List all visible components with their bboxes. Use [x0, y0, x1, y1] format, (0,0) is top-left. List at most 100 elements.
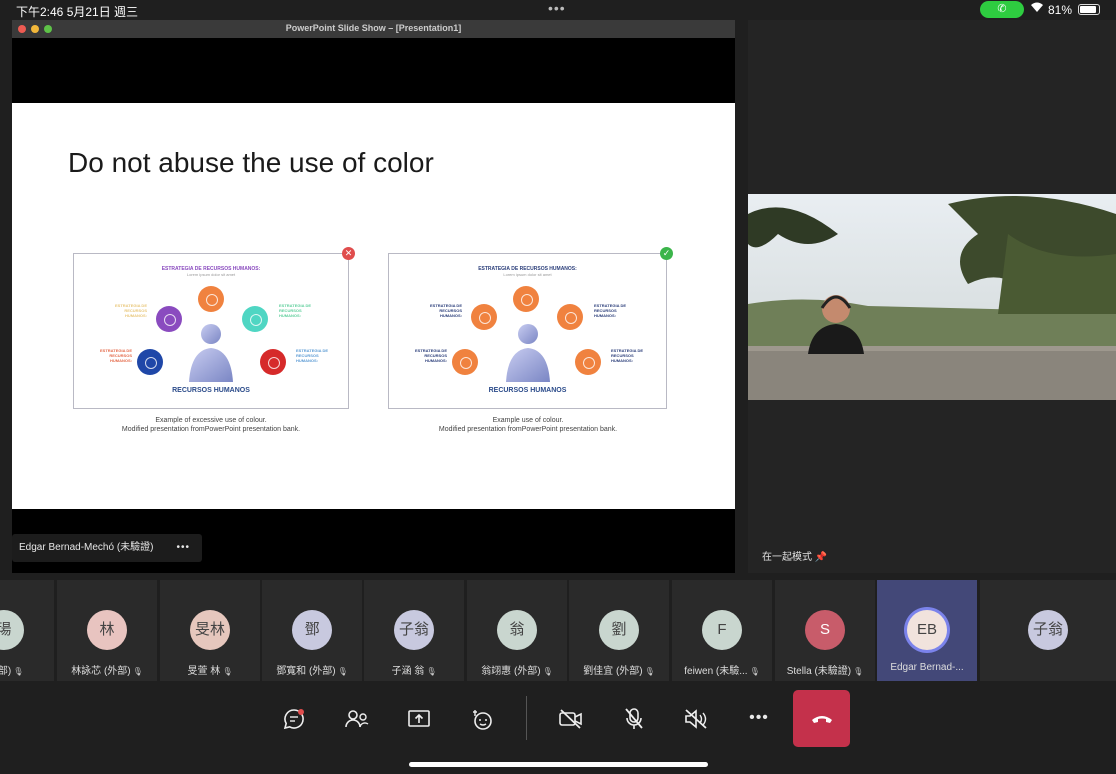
node-purple [156, 306, 182, 332]
participant-tile[interactable]: 鄧 鄧寬和 (外部) 🎙 [262, 580, 362, 681]
participant-name-text: feiwen (未驗... [684, 666, 748, 677]
participant-avatar: 林 [87, 610, 127, 650]
reactions-button[interactable] [462, 698, 502, 738]
caption-line: Modified presentation fromPowerPoint pre… [121, 425, 301, 433]
mic-off-icon: 🎙 [749, 667, 760, 676]
mic-off-icon [625, 708, 643, 730]
participant-avatar: 鄧 [292, 610, 332, 650]
home-indicator[interactable] [409, 762, 708, 767]
example-good-color: ESTRATEGIA DE RECURSOS HUMANOS: Lorem ip… [388, 253, 667, 409]
participant-name-text: Edgar Bernad-... [890, 662, 964, 673]
participant-name-text: Stella (未驗證) [786, 666, 852, 677]
participant-tile[interactable]: 劉 劉佳宜 (外部) 🎙 [569, 580, 669, 681]
node-label: ESTRATEGIA DE RECURSOS HUMANOS: [296, 348, 329, 363]
toolbar-divider [526, 696, 527, 740]
node-orange [471, 304, 497, 330]
participant-name: 林詠芯 (外部) 🎙 [57, 662, 157, 677]
slide: Do not abuse the use of color ESTRATEGIA… [12, 103, 735, 509]
participant-avatar: F [702, 610, 742, 650]
camera-toggle-button[interactable] [551, 698, 591, 738]
node-orange [198, 286, 224, 312]
correct-badge-icon: ✓ [660, 247, 673, 260]
battery-percent: 81% [1048, 3, 1073, 17]
leave-call-button[interactable] [793, 690, 850, 747]
node-label: ESTRATEGIA DE RECURSOS HUMANOS: [429, 303, 462, 318]
node-label: ESTRATEGIA DE RECURSOS HUMANOS: [279, 303, 312, 318]
participant-name-text: 子涵 翁 [391, 666, 425, 677]
participant-name-text: 鄧寬和 (外部) [276, 666, 336, 677]
people-icon [345, 710, 369, 728]
example-caption: Example use of colour. Modified presenta… [378, 417, 678, 435]
participant-tile-active-speaker[interactable]: EB Edgar Bernad-... [877, 580, 977, 681]
node-orange [557, 304, 583, 330]
mic-off-icon: 🎙 [426, 667, 437, 676]
mic-toggle-button[interactable] [614, 698, 654, 738]
participant-name: 子涵 翁 🎙 [364, 662, 464, 677]
participant-name: Edgar Bernad-... [877, 662, 977, 673]
mic-off-icon: 🎙 [644, 667, 655, 676]
mic-off-icon: 🎙 [132, 667, 143, 676]
participant-avatar: S [805, 610, 845, 650]
window-titlebar: PowerPoint Slide Show – [Presentation1] [12, 20, 735, 38]
participant-tile[interactable]: S Stella (未驗證) 🎙 [775, 580, 875, 681]
person-illustration [505, 324, 550, 382]
share-content-button[interactable] [399, 698, 439, 738]
participant-avatar: EB [907, 610, 947, 650]
chat-button[interactable] [274, 698, 314, 738]
chat-icon [283, 709, 304, 730]
active-call-icon[interactable]: ✆ [980, 1, 1024, 18]
participant-name: Stella (未驗證) 🎙 [775, 662, 875, 677]
person-illustration [189, 324, 233, 382]
node-teal [242, 306, 268, 332]
example-excessive-color: ESTRATEGIA DE RECURSOS HUMANOS: Lorem ip… [73, 253, 349, 409]
participant-name: 鄧寬和 (外部) 🎙 [262, 662, 362, 677]
more-options-icon[interactable]: ••• [176, 534, 190, 562]
caption-line: Modified presentation fromPowerPoint pre… [438, 425, 618, 433]
node-orange [513, 286, 539, 312]
participants-strip[interactable]: 瑒 (外部)🎙 林 林詠芯 (外部)🎙 旻林 旻萱 林🎙 鄧 鄧寬和 (外部)🎙… [0, 580, 1116, 682]
speaker-toggle-button[interactable] [676, 698, 716, 738]
participant-tile[interactable]: 林 林詠芯 (外部) 🎙 [57, 580, 157, 681]
example-center-label: RECURSOS HUMANOS [488, 387, 567, 394]
status-time: 下午2:46 5月21日 週三 [16, 5, 139, 19]
participant-tile[interactable]: 旻林 旻萱 林 🎙 [160, 580, 260, 681]
speaker-off-icon [685, 709, 707, 729]
participant-name-text: 翁翊惠 (外部) [481, 666, 541, 677]
example-subheader: Lorem ipsum dolor sit amet [186, 272, 236, 277]
participant-avatar: 旻林 [190, 610, 230, 650]
node-label: ESTRATEGIA DE RECURSOS HUMANOS: [414, 348, 447, 363]
participant-name: feiwen (未驗... 🎙 [672, 662, 772, 677]
multitask-dots-icon[interactable]: ••• [548, 0, 566, 16]
node-orange [575, 349, 601, 375]
node-red [260, 349, 286, 375]
example-subheader: Lorem ipsum dolor sit amet [503, 272, 552, 277]
mic-off-icon: 🎙 [222, 667, 233, 676]
meeting-controls: ••• [0, 682, 1116, 774]
mic-off-icon: 🎙 [13, 667, 24, 676]
presenter-name-tag[interactable]: Edgar Bernad-Mechó (未驗證) ••• [12, 534, 202, 562]
node-label: ESTRATEGIA DE RECURSOS HUMANOS: [114, 303, 147, 318]
shared-presentation: PowerPoint Slide Show – [Presentation1] … [12, 20, 735, 573]
more-actions-button[interactable]: ••• [739, 698, 779, 738]
participant-tile[interactable]: 子翁 子涵 翁 🎙 [364, 580, 464, 681]
participant-name-text: (外部) [0, 666, 12, 677]
video-off-icon [559, 709, 582, 729]
incorrect-badge-icon: ✕ [342, 247, 355, 260]
participant-tile[interactable]: 翁 翁翊惠 (外部) 🎙 [467, 580, 567, 681]
participant-tile[interactable]: 子翁 [980, 580, 1116, 681]
participant-avatar: 子翁 [394, 610, 434, 650]
together-mode-video [748, 194, 1116, 400]
share-icon [408, 710, 430, 728]
participant-name-text: 旻萱 林 [187, 666, 221, 677]
mic-off-icon: 🎙 [542, 667, 553, 676]
slide-heading: Do not abuse the use of color [68, 147, 434, 178]
participant-name: 翁翊惠 (外部) 🎙 [467, 662, 567, 677]
participant-tile[interactable]: F feiwen (未驗... 🎙 [672, 580, 772, 681]
participant-name-text: 劉佳宜 (外部) [583, 666, 643, 677]
node-label: ESTRATEGIA DE RECURSOS HUMANOS: [99, 348, 132, 363]
participant-tile[interactable]: 瑒 (外部)🎙 [0, 580, 54, 681]
node-orange [452, 349, 478, 375]
example-caption: Example of excessive use of colour. Modi… [61, 417, 361, 435]
participants-button[interactable] [337, 698, 377, 738]
participant-avatar: 劉 [599, 610, 639, 650]
